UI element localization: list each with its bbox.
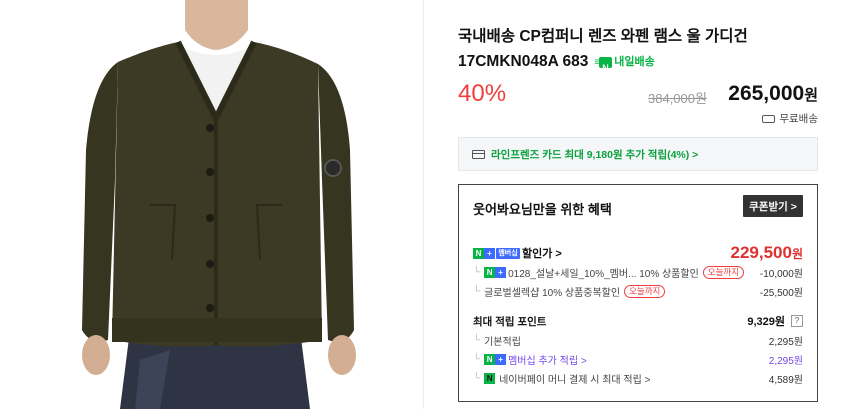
point-row-amount: 2,295원 [768,337,803,348]
naver-plus-icon: N + [484,267,507,278]
discount-row-amount: -10,000원 [759,269,803,280]
discount-row-label: 0128_설날+세일_10%_멤버... 10% 상품할인 [508,269,699,280]
product-title: 국내배송 CP컴퍼니 렌즈 와펜 램스 울 가디건 17CMKN048A 683… [458,24,818,81]
credit-card-icon [472,149,485,159]
tomorrow-delivery-badge: ≡내일배송 [594,50,655,81]
card-benefit-banner[interactable]: 라인프렌즈 카드 최대 9,180원 추가 적립(4%) > [458,137,818,171]
naverpay-points-link[interactable]: 네이버페이 머니 결제 시 최대 적립 > [499,371,650,386]
product-image[interactable] [0,0,424,409]
today-only-tag: 오늘까지 [702,266,745,279]
membership-extra-points-link[interactable]: 멤버십 추가 적립 > [508,352,587,367]
shipping-info: 무료배송 [762,111,818,126]
discount-row: └ N + 0128_설날+세일_10%_멤버... 10% 상품할인 오늘까지 … [473,266,803,280]
membership-tag-label: 멤버십 [496,247,520,259]
truck-icon [762,114,776,123]
point-row-amount: 4,589원 [768,375,803,386]
benefit-title: 웃어봐요님만을 위한 혜택 [473,202,612,217]
point-row-label: 기본적립 [484,337,521,348]
member-benefit-box: 웃어봐요님만을 위한 혜택 쿠폰받기 > N + 멤버십 할인가 > 229,500… [458,184,818,402]
tomorrow-delivery-label: 내일배송 [614,56,655,68]
price-row: 40% 384,000원 265,000원 [458,80,818,110]
naver-plus-membership-badge: N + 멤버십 [473,247,520,259]
coupon-price-value: 229,500 [730,243,792,262]
point-row[interactable]: └ N + 멤버십 추가 적립 > 2,295원 [473,352,803,367]
discount-row-label: 글로벌셀렉샵 10% 상품중복할인 [484,288,621,299]
coupon-price: 229,500원 [731,243,804,263]
sale-price-currency: 원 [804,87,818,104]
original-price: 384,000원 [648,91,707,106]
sale-price: 265,000원 [728,82,818,106]
today-only-tag: 오늘까지 [624,285,666,298]
naver-pay-icon: N [484,373,496,384]
coupon-price-currency: 원 [791,247,803,261]
help-icon[interactable]: ? [791,315,803,327]
point-row: └ 기본적립 2,295원 [473,335,803,348]
discount-row: └ 글로벌셀렉샵 10% 상품중복할인 오늘까지 -25,500원 [473,285,803,299]
point-row[interactable]: └ N 네이버페이 머니 결제 시 최대 적립 > 4,589원 [473,371,803,386]
discount-rate: 40% [458,80,507,107]
card-banner-text: 라인프렌즈 카드 최대 9,180원 추가 적립(4%) > [491,148,699,161]
shipping-label: 무료배송 [779,113,818,125]
max-points-row: 최대 적립 포인트 9,329원 ? [473,313,803,329]
naver-plus-icon: N + [484,354,507,365]
coupon-price-row[interactable]: N + 멤버십 할인가 > 229,500원 [473,243,803,263]
discount-row-amount: -25,500원 [759,288,803,299]
point-row-amount: 2,295원 [768,356,803,367]
coupon-price-label: 할인가 > [522,248,562,260]
sale-price-value: 265,000 [728,82,805,105]
cardigan-model-image [0,0,423,409]
max-points-label: 최대 적립 포인트 [473,315,547,328]
max-points-value: 9,329원 [747,316,785,328]
get-coupon-button[interactable]: 쿠폰받기 > [743,195,803,217]
naver-n-icon [599,56,613,81]
